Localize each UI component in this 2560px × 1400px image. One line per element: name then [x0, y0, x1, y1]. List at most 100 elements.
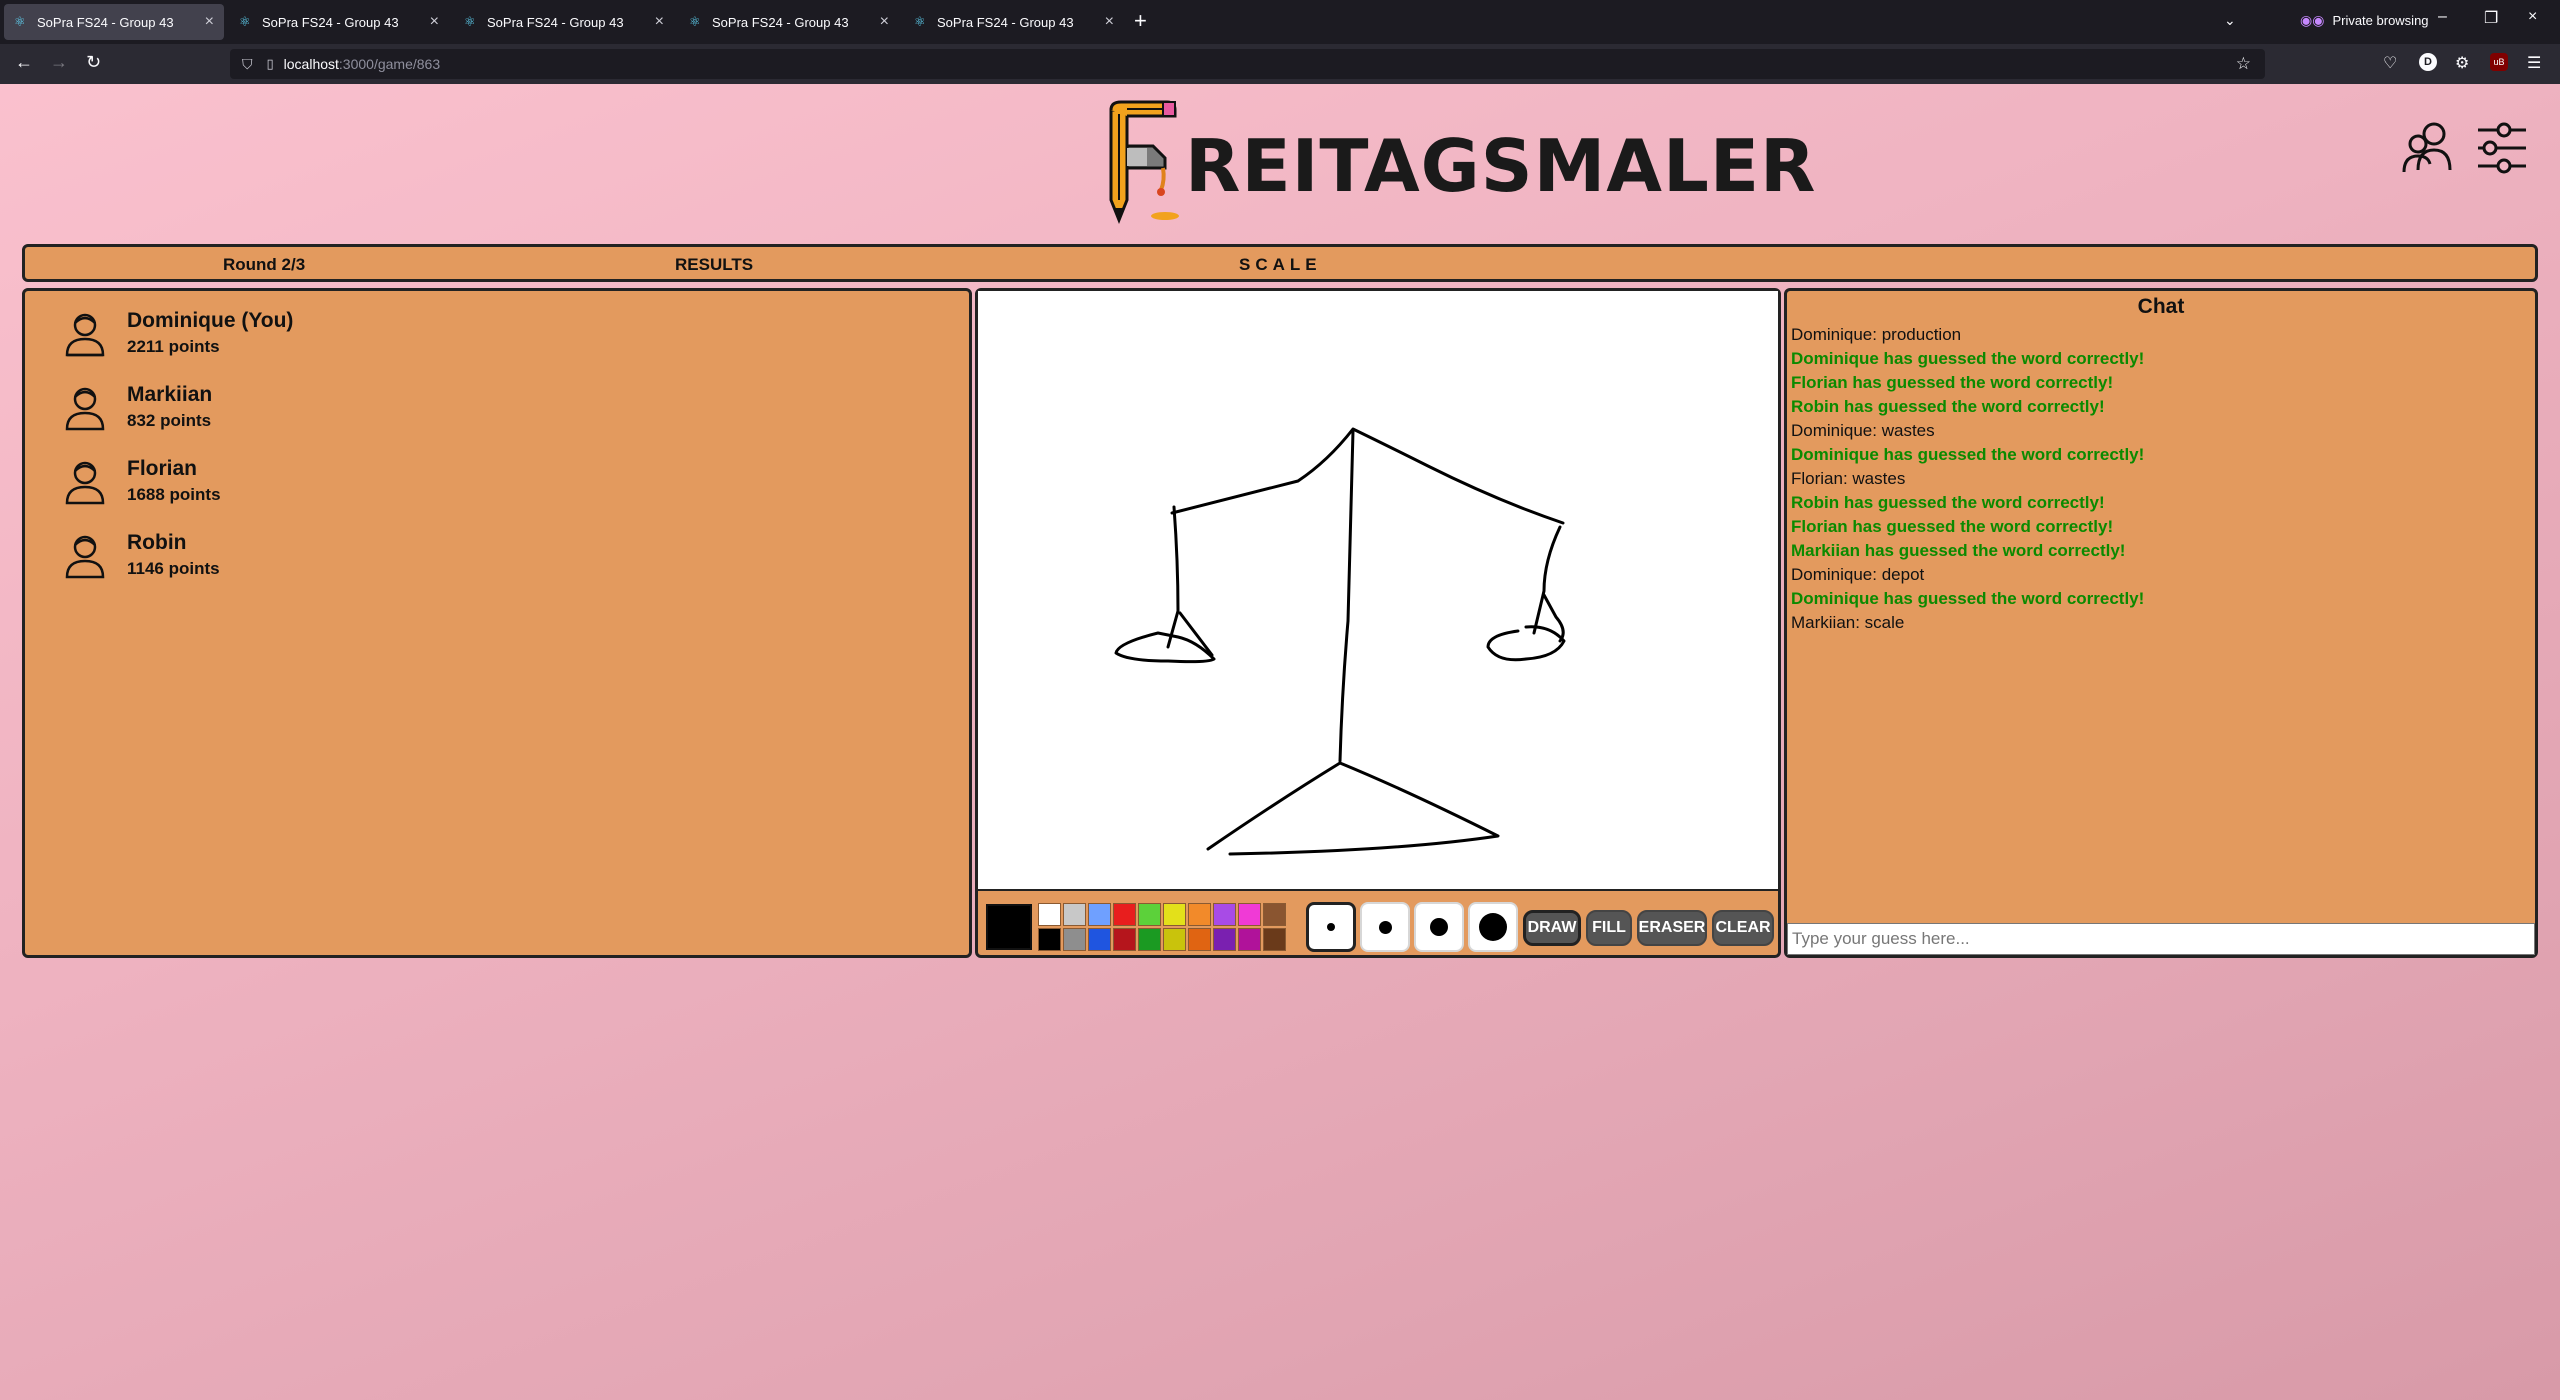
drawing-board: DRAW FILL ERASER CLEAR: [975, 288, 1781, 958]
pocket-icon[interactable]: ♡: [2383, 53, 2397, 73]
window-close-button[interactable]: ×: [2528, 8, 2537, 26]
page-icon[interactable]: ▯: [267, 56, 274, 72]
close-icon[interactable]: ×: [655, 13, 664, 31]
menu-icon[interactable]: ☰: [2527, 53, 2541, 73]
color-swatch[interactable]: [1263, 903, 1286, 926]
browser-tab[interactable]: ⚛ SoPra FS24 - Group 43 ×: [454, 4, 674, 40]
color-swatch[interactable]: [1088, 928, 1111, 951]
url-path: :3000/game/863: [338, 56, 441, 72]
color-swatch[interactable]: [1263, 928, 1286, 951]
draw-tool-button[interactable]: DRAW: [1523, 910, 1581, 946]
close-icon[interactable]: ×: [430, 13, 439, 31]
player-item: Robin 1146 points: [61, 525, 220, 585]
color-swatch[interactable]: [1188, 903, 1211, 926]
reload-icon[interactable]: ↻: [86, 52, 101, 73]
color-swatch[interactable]: [1038, 903, 1061, 926]
tab-title: SoPra FS24 - Group 43: [37, 14, 174, 30]
browser-tab[interactable]: ⚛ SoPra FS24 - Group 43 ×: [904, 4, 1124, 40]
forward-arrow-icon[interactable]: →: [50, 52, 68, 73]
chat-correct-guess-message: Florian has guessed the word correctly!: [1791, 373, 2114, 392]
color-swatch[interactable]: [1138, 903, 1161, 926]
tab-title: SoPra FS24 - Group 43: [262, 14, 399, 30]
user-avatar-icon: [65, 461, 105, 505]
guess-input[interactable]: [1787, 923, 2535, 955]
color-swatch[interactable]: [1188, 928, 1211, 951]
browser-tab-bar: ⚛ SoPra FS24 - Group 43 × ⚛ SoPra FS24 -…: [0, 0, 2560, 44]
tab-title: SoPra FS24 - Group 43: [937, 14, 1074, 30]
chat-correct-guess-message: Robin has guessed the word correctly!: [1791, 397, 2105, 416]
brush-size-medium-button[interactable]: [1360, 902, 1410, 952]
player-item: Dominique (You) 2211 points: [61, 303, 293, 363]
dot-icon: [1479, 913, 1507, 941]
color-swatch[interactable]: [1063, 928, 1086, 951]
react-icon: ⚛: [239, 14, 251, 29]
player-item: Florian 1688 points: [61, 451, 221, 511]
private-mask-icon: ◉◉: [2300, 12, 2325, 28]
restore-button[interactable]: ❐: [2484, 8, 2498, 28]
chat-correct-guess-message: Dominique has guessed the word correctly…: [1791, 445, 2145, 464]
player-points: 2211 points: [127, 337, 220, 356]
react-icon: ⚛: [464, 14, 476, 29]
browser-nav-bar: ← → ↻ ⛉ ▯ localhost:3000/game/863 ☆ ♡ D …: [0, 44, 2560, 84]
chat-message: Dominique: production: [1791, 325, 1962, 344]
chat-correct-guess-message: Robin has guessed the word correctly!: [1791, 493, 2105, 512]
color-swatch[interactable]: [1113, 903, 1136, 926]
shield-icon[interactable]: ⛉: [242, 56, 253, 73]
results-button[interactable]: RESULTS: [675, 255, 753, 275]
chat-correct-guess-message: Florian has guessed the word correctly!: [1791, 517, 2114, 536]
color-swatch[interactable]: [1038, 928, 1061, 951]
url-host: localhost: [283, 56, 339, 72]
extensions-icon[interactable]: ⚙: [2455, 53, 2469, 73]
back-arrow-icon[interactable]: ←: [15, 52, 33, 73]
color-swatch[interactable]: [1213, 928, 1236, 951]
browser-tab[interactable]: ⚛ SoPra FS24 - Group 43 ×: [4, 4, 224, 40]
chat-message: Dominique: wastes: [1791, 421, 1935, 440]
tab-list-chevron-icon[interactable]: ⌄: [2224, 12, 2236, 29]
user-avatar-icon: [65, 313, 105, 357]
url-bar[interactable]: ⛉ ▯ localhost:3000/game/863 ☆: [230, 49, 2265, 79]
ublock-icon[interactable]: uB: [2490, 53, 2508, 71]
settings-sliders-icon[interactable]: [2474, 120, 2530, 176]
color-swatch[interactable]: [1213, 903, 1236, 926]
bookmark-star-icon[interactable]: ☆: [2236, 54, 2251, 74]
color-swatch[interactable]: [1138, 928, 1161, 951]
current-color-swatch: [986, 904, 1032, 950]
color-swatch[interactable]: [1238, 903, 1261, 926]
player-name: Dominique (You): [127, 309, 294, 332]
color-swatch[interactable]: [1113, 928, 1136, 951]
brush-size-small-button[interactable]: [1306, 902, 1356, 952]
profile-avatar[interactable]: D: [2419, 53, 2437, 71]
chat-message: Dominique: depot: [1791, 565, 1925, 584]
word-to-draw: SCALE: [1239, 255, 1322, 274]
brush-size-large-button[interactable]: [1414, 902, 1464, 952]
drawing-canvas[interactable]: [978, 291, 1778, 891]
fill-tool-button[interactable]: FILL: [1586, 910, 1632, 946]
browser-tab[interactable]: ⚛ SoPra FS24 - Group 43 ×: [679, 4, 899, 40]
player-list: Dominique (You) 2211 points Markiian 832…: [22, 288, 972, 958]
close-icon[interactable]: ×: [880, 13, 889, 31]
new-tab-button[interactable]: +: [1134, 9, 1147, 33]
players-icon[interactable]: [2400, 120, 2456, 176]
chat-title: Chat: [2137, 295, 2185, 318]
eraser-tool-button[interactable]: ERASER: [1637, 910, 1707, 946]
minimize-button[interactable]: –: [2438, 8, 2447, 26]
color-swatch[interactable]: [1088, 903, 1111, 926]
private-browsing-indicator: ◉◉ Private browsing: [2300, 12, 2429, 29]
close-icon[interactable]: ×: [1105, 13, 1114, 31]
color-swatch[interactable]: [1238, 928, 1261, 951]
chat-correct-guess-message: Dominique has guessed the word correctly…: [1791, 589, 2145, 608]
app-logo: REITAGSMALER: [1105, 100, 1816, 232]
chat-correct-guess-message: Dominique has guessed the word correctly…: [1791, 349, 2145, 368]
color-swatch[interactable]: [1163, 903, 1186, 926]
color-swatch[interactable]: [1063, 903, 1086, 926]
pencil-logo-icon: [1109, 100, 1179, 225]
clear-canvas-button[interactable]: CLEAR: [1712, 910, 1774, 946]
chat-correct-guess-message: Markiian has guessed the word correctly!: [1791, 541, 2126, 560]
dot-icon: [1430, 918, 1448, 936]
user-avatar-icon: [65, 387, 105, 431]
tab-title: SoPra FS24 - Group 43: [712, 14, 849, 30]
color-swatch[interactable]: [1163, 928, 1186, 951]
close-icon[interactable]: ×: [205, 13, 214, 31]
brush-size-xlarge-button[interactable]: [1468, 902, 1518, 952]
browser-tab[interactable]: ⚛ SoPra FS24 - Group 43 ×: [229, 4, 449, 40]
